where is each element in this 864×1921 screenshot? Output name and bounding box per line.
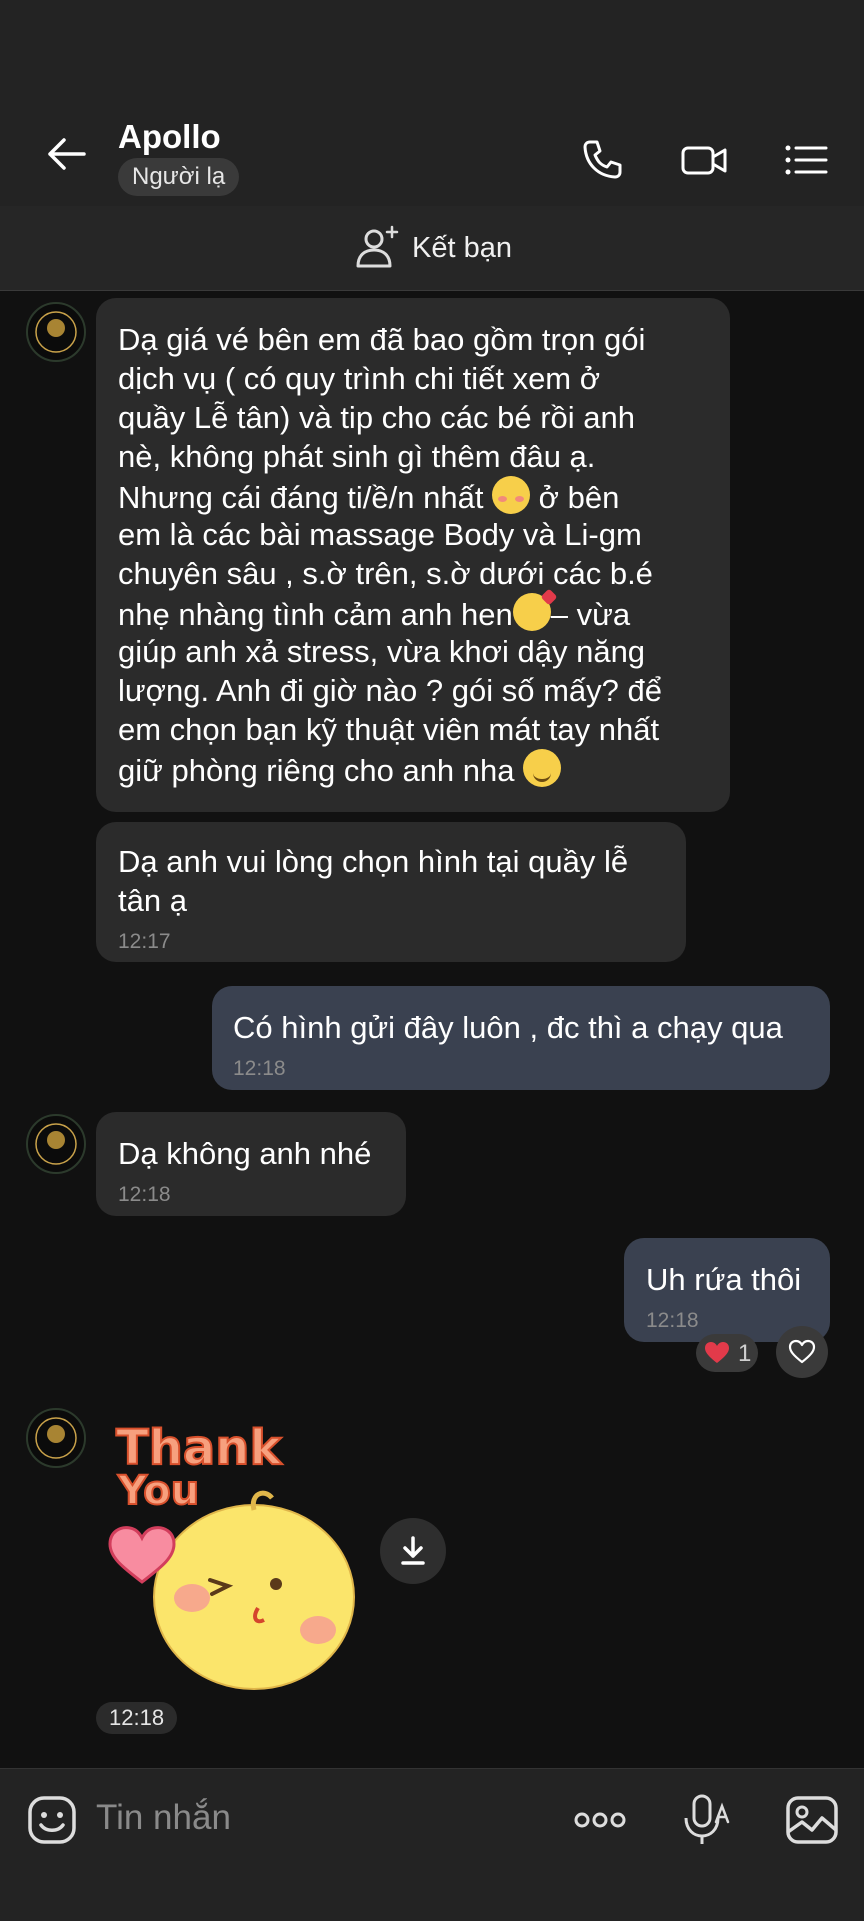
kissing-face-icon: [512, 593, 551, 631]
message-line: Nhưng cái đáng ti/ề/n nhất ở bên: [118, 476, 619, 517]
image-icon[interactable]: [784, 1792, 840, 1848]
message-line: dịch vụ ( có quy trình chi tiết xem ở: [118, 361, 601, 396]
message-line: Dạ giá vé bên em đã bao gồm trọn gói: [118, 322, 646, 357]
heart-outline-icon: [788, 1339, 816, 1364]
message-line: em là các bài massage Body và Li-gm: [118, 517, 642, 552]
message-line: nè, không phát sinh gì thêm đâu ạ.: [118, 439, 596, 474]
message-text: Nhưng cái đáng ti/ề/n nhất: [118, 480, 493, 515]
message-line: tân ạ: [118, 883, 187, 918]
avatar[interactable]: [26, 1408, 86, 1468]
message-text: Có hình gửi đây luôn , đc thì a chạy qua: [233, 1010, 783, 1045]
sticker-text: You: [117, 1468, 199, 1514]
video-camera-icon[interactable]: [680, 136, 728, 184]
message-line: em chọn bạn kỹ thuật viên mát tay nhất: [118, 712, 660, 747]
message-time: 12:18: [233, 1057, 286, 1080]
message-line: giúp anh xả stress, vừa khơi dậy năng: [118, 634, 646, 669]
list-menu-icon[interactable]: [782, 136, 830, 184]
message-text: nhẹ nhàng tình cảm anh hen: [118, 597, 513, 632]
add-user-icon[interactable]: [354, 224, 402, 272]
message-line: Dạ anh vui lòng chọn hình tại quầy lễ: [118, 844, 629, 879]
avatar[interactable]: [26, 1114, 86, 1174]
message-line: lượng. Anh đi giờ nào ? gói số mấy? để: [118, 673, 662, 708]
message-text: Dạ không anh nhé: [118, 1136, 372, 1171]
microphone-icon[interactable]: [680, 1792, 736, 1848]
phone-icon[interactable]: [578, 136, 626, 184]
message-text: Uh rứa thôi: [646, 1262, 802, 1297]
thank-you-sticker[interactable]: Thank You: [104, 1412, 374, 1690]
message-text: ở bên: [530, 480, 620, 515]
smiling-face-icon: [523, 749, 562, 787]
reaction-count: 1: [738, 1340, 752, 1367]
emoji-icon[interactable]: [24, 1792, 80, 1848]
message-time: 12:17: [118, 930, 171, 953]
message-input[interactable]: Tin nhắn: [96, 1798, 231, 1838]
message-text: – vừa: [550, 597, 631, 632]
message-time: 12:18: [118, 1183, 171, 1206]
download-icon: [401, 1536, 425, 1565]
download-button[interactable]: [380, 1518, 446, 1584]
message-time: 12:18: [646, 1309, 699, 1332]
message-text: giữ phòng riêng cho anh nha: [118, 753, 515, 788]
heart-reaction-icon: [705, 1342, 729, 1363]
more-dots-icon[interactable]: [572, 1792, 628, 1848]
stranger-badge: Người lạ: [118, 158, 240, 196]
add-friend-label[interactable]: Kết bạn: [412, 232, 512, 265]
back-arrow-icon[interactable]: [40, 128, 92, 180]
avatar[interactable]: [26, 302, 86, 362]
message-line: giữ phòng riêng cho anh nha: [118, 749, 562, 790]
message-line: chuyên sâu , s.ờ trên, s.ờ dưới các b.é: [118, 556, 653, 591]
message-line: nhẹ nhàng tình cảm anh hen – vừa: [118, 593, 630, 634]
message-time: 12:18: [96, 1702, 178, 1734]
blushing-face-icon: [492, 476, 531, 514]
message-line: quầy Lễ tân) và tip cho các bé rồi anh: [118, 400, 635, 435]
react-button[interactable]: [776, 1326, 828, 1378]
contact-name[interactable]: Apollo: [118, 118, 221, 156]
